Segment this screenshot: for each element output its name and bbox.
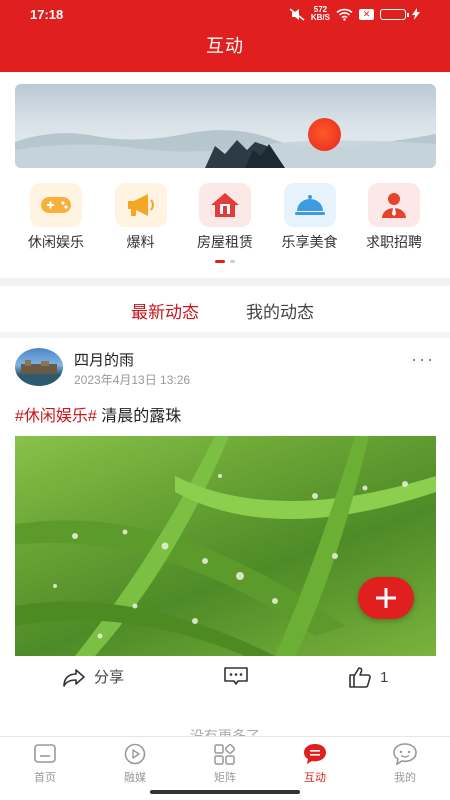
interact-chat-icon: [304, 744, 326, 764]
plus-icon: [376, 588, 396, 608]
category-rental[interactable]: 房屋租赁: [183, 183, 267, 252]
job-person-icon: [368, 183, 420, 227]
battery-icon: [380, 8, 409, 20]
post-topic-tag[interactable]: #休闲娱乐#: [15, 408, 97, 425]
carousel-indicator: [0, 260, 450, 263]
tab-latest[interactable]: 最新动态: [131, 298, 199, 323]
divider: [0, 332, 450, 338]
nav-interact[interactable]: 互动: [285, 743, 345, 785]
nav-label: 首页: [34, 772, 56, 784]
megaphone-icon: [114, 183, 167, 227]
category-tipoff[interactable]: 爆料: [99, 183, 183, 252]
nav-mine[interactable]: 我的: [375, 743, 435, 785]
add-post-button[interactable]: [358, 577, 414, 619]
share-label: 分享: [94, 669, 125, 686]
comment-button[interactable]: [223, 666, 249, 686]
more-icon[interactable]: ···: [411, 350, 435, 368]
post-image[interactable]: [15, 436, 436, 656]
indicator-dot: [230, 260, 235, 263]
banner[interactable]: [15, 84, 436, 168]
comment-icon: [224, 667, 248, 685]
food-cloche-icon: [283, 183, 336, 227]
nav-label: 融媒: [124, 772, 146, 784]
charging-icon: [412, 8, 420, 20]
dew-grass-picture: [15, 436, 436, 656]
tab-mine[interactable]: 我的动态: [246, 298, 314, 323]
home-icon: [34, 744, 56, 763]
share-button[interactable]: 分享: [62, 666, 124, 687]
post-caption: 清晨的露珠: [96, 408, 182, 425]
feed-tabs: 最新动态 我的动态: [0, 298, 450, 337]
thumbs-up-icon: [349, 667, 371, 688]
nav-matrix[interactable]: 矩阵: [195, 743, 255, 785]
banner-sun: [308, 118, 341, 151]
mute-icon: [289, 7, 305, 21]
gamepad-icon: [30, 183, 82, 227]
page-title: 互动: [206, 36, 244, 56]
category-label: 爆料: [126, 234, 155, 250]
wifi-icon: [336, 8, 353, 21]
top-bar: 17:18 572 KB/S ✕ 互动: [0, 0, 450, 72]
nav-home[interactable]: 首页: [15, 743, 75, 785]
nav-label: 我的: [394, 772, 416, 784]
profile-chat-icon: [393, 743, 417, 765]
sim-off-icon: ✕: [359, 8, 374, 20]
share-icon: [63, 668, 85, 687]
category-label: 房屋租赁: [197, 234, 253, 250]
status-time: 17:18: [30, 7, 64, 22]
nav-label: 互动: [304, 772, 326, 784]
house-icon: [199, 183, 251, 227]
like-count: 1: [380, 668, 389, 686]
category-label: 休闲娱乐: [28, 234, 84, 250]
category-label: 求职招聘: [366, 234, 422, 250]
nav-label: 矩阵: [214, 772, 236, 784]
post-author[interactable]: 四月的雨: [74, 349, 134, 370]
post-text: #休闲娱乐# 清晨的露珠: [15, 402, 181, 426]
home-indicator[interactable]: [150, 790, 300, 794]
like-button[interactable]: 1: [348, 666, 388, 688]
status-icons: 572 KB/S ✕: [289, 6, 420, 22]
post-header: 四月的雨 2023年4月13日 13:26 ···: [15, 348, 435, 388]
category-row: 休闲娱乐 爆料 房屋租赁 乐享美食 求职招聘: [0, 183, 450, 252]
post-actions: 分享 1: [0, 666, 450, 700]
top-panel: 休闲娱乐 爆料 房屋租赁 乐享美食 求职招聘: [0, 72, 450, 278]
status-bar: 17:18 572 KB/S ✕: [0, 0, 450, 28]
net-speed: 572 KB/S: [310, 5, 330, 22]
category-leisure[interactable]: 休闲娱乐: [14, 183, 98, 252]
matrix-grid-icon: [214, 743, 236, 765]
category-food[interactable]: 乐享美食: [268, 183, 352, 252]
category-label: 乐享美食: [281, 234, 338, 250]
indicator-dot-active: [215, 260, 225, 263]
category-jobs[interactable]: 求职招聘: [352, 183, 436, 252]
post-time: 2023年4月13日 13:26: [74, 373, 191, 387]
banner-landscape: [15, 130, 436, 168]
nav-media[interactable]: 融媒: [105, 743, 165, 785]
avatar[interactable]: [15, 348, 63, 386]
play-circle-icon: [124, 743, 146, 765]
feed-panel: 最新动态 我的动态 四月的雨 2023年4月13日 13:26 ··· #休闲娱…: [0, 286, 450, 736]
